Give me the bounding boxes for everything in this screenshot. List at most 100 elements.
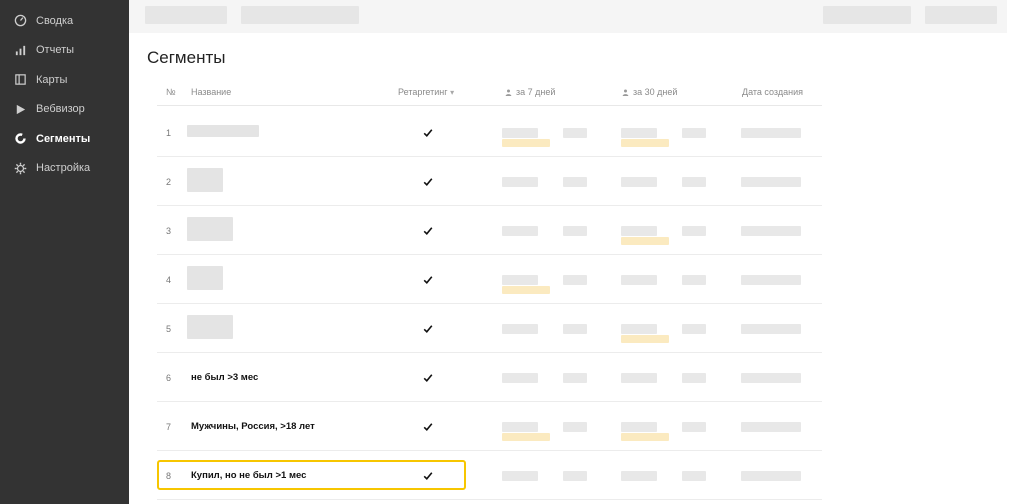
redacted-cell-accent bbox=[502, 433, 550, 441]
redacted-cell bbox=[563, 226, 587, 236]
redacted-segment-name bbox=[187, 125, 259, 137]
redacted-cell bbox=[502, 226, 538, 236]
sidebar-item-segments[interactable]: Сегменты bbox=[0, 124, 129, 154]
redacted-cell bbox=[741, 226, 801, 236]
retargeting-check-icon bbox=[423, 174, 433, 186]
table-row[interactable]: 1 bbox=[157, 108, 822, 157]
column-header-label: Ретаргетинг bbox=[398, 87, 448, 97]
redacted-cell bbox=[741, 275, 801, 285]
redacted-segment-name bbox=[187, 266, 223, 290]
redacted-block bbox=[145, 6, 227, 24]
redacted-cell-accent bbox=[621, 139, 669, 147]
redacted-cell bbox=[741, 324, 801, 334]
sidebar-item-label: Карты bbox=[36, 73, 68, 86]
redacted-cell bbox=[502, 128, 538, 138]
redacted-cell bbox=[502, 422, 538, 432]
sidebar-item-webvisor[interactable]: Вебвизор bbox=[0, 95, 129, 125]
map-icon bbox=[13, 73, 27, 87]
redacted-segment-name bbox=[187, 217, 233, 241]
segment-name[interactable]: не был >3 мес bbox=[191, 372, 258, 383]
gear-icon bbox=[13, 161, 27, 175]
redacted-cell bbox=[621, 471, 657, 481]
redacted-cell bbox=[563, 471, 587, 481]
sidebar-item-label: Отчеты bbox=[36, 44, 75, 57]
redacted-block bbox=[823, 6, 911, 24]
redacted-cell-accent bbox=[502, 139, 550, 147]
row-number: 8 bbox=[166, 471, 172, 481]
redacted-cell bbox=[502, 275, 538, 285]
redacted-cell bbox=[741, 373, 801, 383]
segment-name[interactable]: Мужчины, Россия, >18 лет bbox=[191, 421, 315, 432]
table-row[interactable]: 5 bbox=[157, 304, 822, 353]
redacted-cell bbox=[502, 471, 538, 481]
redacted-cell bbox=[621, 128, 657, 138]
scrollbar[interactable] bbox=[1007, 0, 1025, 504]
top-bar bbox=[129, 0, 1007, 33]
row-number: 7 bbox=[166, 422, 172, 432]
column-header-retargeting[interactable]: Ретаргетинг ▾ bbox=[398, 87, 454, 97]
sidebar-item-label: Настройка bbox=[36, 162, 91, 175]
column-header-name[interactable]: Название bbox=[191, 87, 231, 97]
bar-chart-icon bbox=[13, 43, 27, 57]
row-number: 6 bbox=[166, 373, 172, 383]
sidebar-item-label: Сегменты bbox=[36, 132, 91, 145]
redacted-cell bbox=[682, 128, 706, 138]
redacted-cell bbox=[682, 275, 706, 285]
redacted-cell bbox=[563, 177, 587, 187]
redacted-segment-name bbox=[187, 168, 223, 192]
row-number: 5 bbox=[166, 324, 172, 334]
redacted-cell-accent bbox=[502, 286, 550, 294]
redacted-cell bbox=[563, 373, 587, 383]
table-row[interactable]: 4 bbox=[157, 255, 822, 304]
redacted-cell bbox=[621, 226, 657, 236]
row-number: 4 bbox=[166, 275, 172, 285]
redacted-cell bbox=[741, 471, 801, 481]
redacted-cell bbox=[502, 177, 538, 187]
redacted-block bbox=[241, 6, 359, 24]
column-header-label: за 30 дней bbox=[633, 87, 678, 97]
redacted-cell bbox=[621, 324, 657, 334]
retargeting-check-icon bbox=[423, 419, 433, 431]
redacted-cell bbox=[741, 128, 801, 138]
column-header-label: за 7 дней bbox=[516, 87, 556, 97]
retargeting-check-icon bbox=[423, 272, 433, 284]
row-number: 3 bbox=[166, 226, 172, 236]
row-number: 2 bbox=[166, 177, 172, 187]
retargeting-check-icon bbox=[423, 223, 433, 235]
sidebar-item-summary[interactable]: Сводка bbox=[0, 6, 129, 36]
dashboard-icon bbox=[13, 14, 27, 28]
redacted-cell-accent bbox=[621, 433, 669, 441]
row-number: 1 bbox=[166, 128, 172, 138]
retargeting-check-icon bbox=[423, 370, 433, 382]
sidebar-item-settings[interactable]: Настройка bbox=[0, 154, 129, 184]
table-row[interactable]: 2 bbox=[157, 157, 822, 206]
table-row[interactable]: 8 Купил, но не был >1 мес bbox=[157, 451, 822, 500]
redacted-cell bbox=[682, 177, 706, 187]
column-header-30-days[interactable]: за 30 дней bbox=[622, 87, 677, 97]
redacted-cell bbox=[682, 226, 706, 236]
sidebar-item-maps[interactable]: Карты bbox=[0, 65, 129, 95]
table-row[interactable]: 3 bbox=[157, 206, 822, 255]
user-icon bbox=[622, 89, 629, 96]
sidebar-item-reports[interactable]: Отчеты bbox=[0, 36, 129, 66]
column-header-created[interactable]: Дата создания bbox=[742, 87, 803, 97]
table-row[interactable]: 6 не был >3 мес bbox=[157, 353, 822, 402]
segment-name[interactable]: Купил, но не был >1 мес bbox=[191, 470, 306, 481]
column-header-7-days[interactable]: за 7 дней bbox=[505, 87, 555, 97]
retargeting-check-icon bbox=[423, 468, 433, 480]
redacted-cell bbox=[563, 275, 587, 285]
sidebar-item-label: Вебвизор bbox=[36, 103, 85, 116]
sort-arrow-icon: ▾ bbox=[450, 88, 455, 97]
redacted-cell bbox=[682, 471, 706, 481]
redacted-cell bbox=[563, 324, 587, 334]
redacted-cell bbox=[502, 324, 538, 334]
redacted-cell bbox=[563, 128, 587, 138]
user-icon bbox=[505, 89, 512, 96]
redacted-segment-name bbox=[187, 315, 233, 339]
redacted-cell bbox=[502, 373, 538, 383]
redacted-cell bbox=[621, 275, 657, 285]
table-row[interactable]: 7 Мужчины, Россия, >18 лет bbox=[157, 402, 822, 451]
redacted-block bbox=[925, 6, 997, 24]
table-header: № Название Ретаргетинг ▾ за 7 дней за 30… bbox=[157, 80, 822, 106]
redacted-cell bbox=[682, 422, 706, 432]
